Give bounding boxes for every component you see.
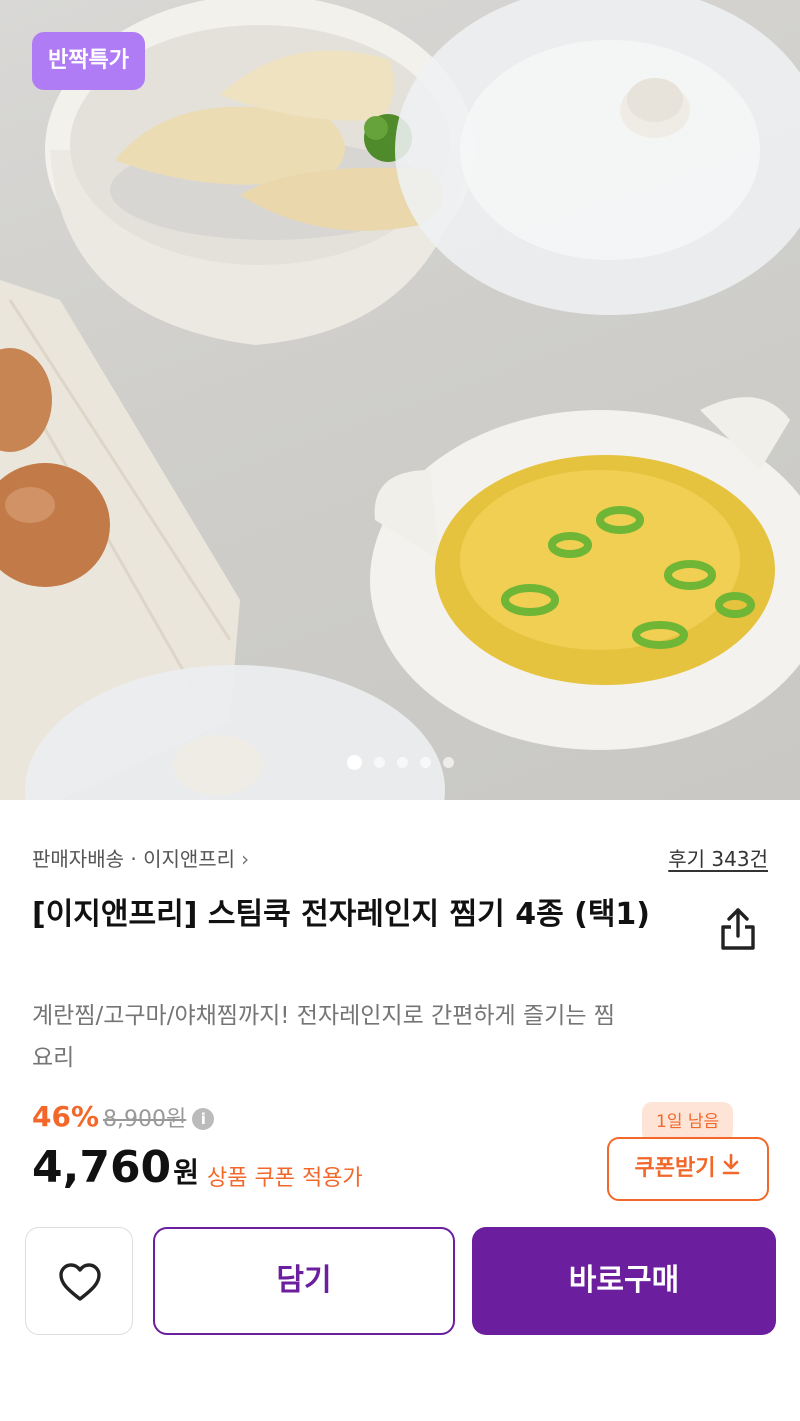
- heart-icon: [59, 1263, 101, 1301]
- flash-sale-badge: 반짝특가: [32, 32, 145, 90]
- carousel-dot[interactable]: [419, 757, 431, 768]
- coupon-days-left-tooltip: 1일 남음: [642, 1102, 734, 1150]
- review-count-link[interactable]: 후기 343건: [668, 843, 768, 872]
- product-image-carousel[interactable]: 반짝특가: [0, 0, 800, 800]
- chevron-right-icon: ›: [241, 847, 250, 871]
- carousel-dot[interactable]: [346, 755, 362, 770]
- price-info-icon[interactable]: i: [192, 1108, 215, 1130]
- seller-link[interactable]: 판매자배송 · 이지앤프리 ›: [32, 843, 249, 872]
- wishlist-button[interactable]: [25, 1227, 133, 1335]
- discount-row: 46% 8,900원 i: [32, 1100, 215, 1133]
- get-coupon-button[interactable]: 쿠폰받기: [607, 1137, 769, 1201]
- sale-price-value: 4,760: [32, 1142, 172, 1193]
- download-arrow-icon: [721, 1139, 741, 1199]
- original-price: 8,900원: [103, 1107, 187, 1132]
- get-coupon-label: 쿠폰받기: [634, 1156, 716, 1181]
- share-button[interactable]: [718, 906, 758, 952]
- seller-line: 판매자배송 · 이지앤프리: [32, 847, 236, 871]
- carousel-dot[interactable]: [396, 757, 408, 768]
- buy-now-button[interactable]: 바로구매: [472, 1227, 776, 1335]
- currency-unit: 원: [173, 1156, 199, 1189]
- product-subtitle: 계란찜/고구마/야채찜까지! 전자레인지로 간편하게 즐기는 찜요리: [32, 1003, 615, 1071]
- share-icon: [721, 908, 755, 950]
- product-photo: [0, 0, 800, 800]
- discount-rate: 46%: [32, 1100, 100, 1133]
- add-to-cart-button[interactable]: 담기: [153, 1227, 455, 1335]
- coupon-applied-note: 상품 쿠폰 적용가: [207, 1166, 363, 1191]
- sale-price: 4,760원: [32, 1142, 199, 1193]
- product-title: [이지앤프리] 스팀쿡 전자레인지 찜기 4종 (택1): [32, 897, 651, 932]
- carousel-dot[interactable]: [373, 757, 385, 768]
- carousel-dot[interactable]: [442, 757, 454, 768]
- carousel-indicator[interactable]: [0, 753, 800, 772]
